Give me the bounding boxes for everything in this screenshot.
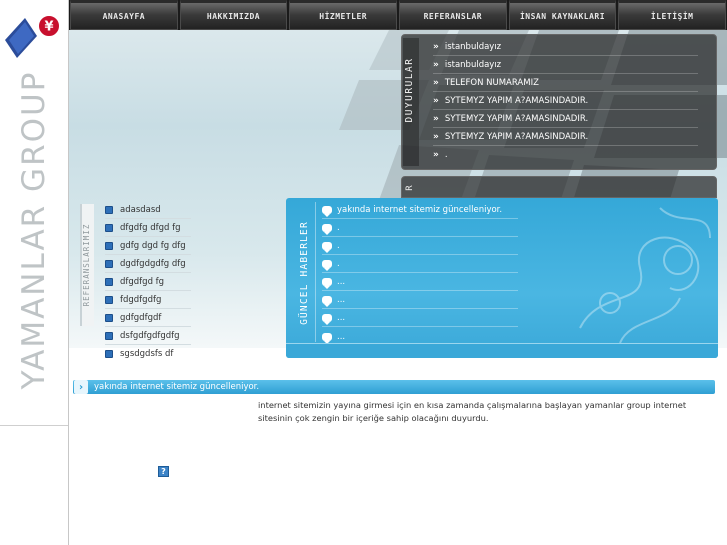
reference-icon [105,313,113,322]
announcement-item[interactable]: » SYTEMYZ YAPIM A?AMASINDADIR. [433,92,698,110]
double-chevron-icon: » [433,41,439,52]
reference-item[interactable]: dsfgdfgdfgdfg [105,327,191,345]
nav-iletisim[interactable]: İLETİŞİM [618,0,727,30]
reference-text: dfgdfgd fg [120,276,165,287]
headline-bar[interactable]: › yakında internet sitemiz güncelleniyor… [73,380,715,394]
speech-bubble-icon [322,260,332,271]
announcement-item[interactable]: » TELEFON NUMARAMIZ [433,74,698,92]
reference-text: adasdasd [120,204,161,215]
news-text: ... [337,295,346,305]
reference-icon [105,295,113,304]
nav-hizmetler[interactable]: HİZMETLER [289,0,398,30]
news-text: . [337,259,340,269]
reference-icon [105,241,113,250]
news-text: ... [337,277,346,287]
double-chevron-icon: » [433,150,439,160]
headline-text: yakında internet sitemiz güncelleniyor. [94,382,260,392]
reference-text: dsfgdfgdfgdfg [120,330,180,341]
speech-bubble-icon [322,296,332,307]
announcement-item[interactable]: » SYTEMYZ YAPIM A?AMASINDADIR. [433,110,698,128]
reference-icon [105,205,113,214]
reference-icon [105,277,113,286]
article-body: internet sitemizin yayına girmesi için e… [258,400,687,423]
chevron-right-icon: › [74,380,88,394]
brand-strip: ¥ YAMANLAR GROUP [0,0,69,545]
news-item[interactable]: . [322,256,518,273]
secondary-panel [401,176,717,198]
reference-item[interactable]: gdfg dgd fg dfg [105,237,191,255]
reference-item[interactable]: sgsdgdsfs df [105,345,191,363]
news-item[interactable]: ... [322,310,518,327]
news-item[interactable]: . [322,220,518,237]
reference-icon [105,223,113,232]
double-chevron-icon: » [433,113,439,124]
speech-bubble-icon [322,314,332,325]
announcement-item[interactable]: » istanbuldayız [433,38,698,56]
announcement-text: istanbuldayız [444,41,502,52]
news-text: yakında internet sitemiz güncelleniyor. [337,205,503,215]
brand-divider [0,425,69,426]
news-item[interactable]: ... [322,292,518,309]
news-text: . [337,241,340,251]
reference-item[interactable]: fdgdfgdfg [105,291,191,309]
announcement-item[interactable]: » SYTEMYZ YAPIM A?AMASINDADIR. [433,128,698,146]
reference-icon [105,331,113,340]
speech-bubble-icon [322,242,332,253]
announcement-item[interactable]: » istanbuldayız [433,56,698,74]
announcement-text: SYTEMYZ YAPIM A?AMASINDADIR. [444,131,589,142]
double-chevron-icon: » [433,95,439,106]
nav-referanslar[interactable]: REFERANSLAR [399,0,507,30]
swirl-ornament [579,207,711,343]
double-chevron-icon: » [433,59,439,70]
top-navigation: ANASAYFA HAKKIMIZDA HİZMETLER REFERANSLA… [69,0,727,30]
news-text: ... [337,313,346,323]
news-text: . [337,223,340,233]
news-title: GÜNCEL HABERLER [299,221,310,325]
speech-bubble-icon [322,332,332,344]
reference-item[interactable]: gdfgdfgdf [105,309,191,327]
nav-anasayfa[interactable]: ANASAYFA [70,0,178,30]
news-text: ... [337,331,346,342]
announcements-title: DUYURULAR [404,57,415,123]
announcement-text: SYTEMYZ YAPIM A?AMASINDADIR. [444,95,589,106]
reference-text: dgdfgdgdfg dfg [120,258,186,269]
reference-item[interactable]: dfgdfg dfgd fg [105,219,191,237]
reference-text: dfgdfg dfgd fg [120,222,181,233]
announcement-item[interactable]: ». [433,146,698,164]
reference-text: gdfgdfgdf [120,312,162,323]
reference-icon [105,259,113,268]
reference-item[interactable]: dfgdfgd fg [105,273,191,291]
secondary-panel-title: R [405,185,415,191]
announcement-text: SYTEMYZ YAPIM A?AMASINDADIR. [444,113,589,124]
speech-bubble-icon [322,224,332,235]
help-icon[interactable]: ? [158,466,169,477]
news-item[interactable]: yakında internet sitemiz güncelleniyor. [322,202,518,219]
speech-bubble-icon [322,278,332,289]
reference-icon [105,350,113,358]
nav-insan-kaynaklari[interactable]: İNSAN KAYNAKLARI [508,0,617,30]
reference-item[interactable]: dgdfgdgdfg dfg [105,255,191,273]
reference-text: gdfg dgd fg dfg [120,240,186,251]
nav-hakkimizda[interactable]: HAKKIMIZDA [179,0,288,30]
reference-text: sgsdgdsfs df [120,349,174,359]
announcement-text: . [444,150,448,160]
svg-text:¥: ¥ [44,20,53,35]
news-footer [286,343,718,358]
brand-name: YAMANLAR GROUP [16,70,52,390]
references-title: REFERANSLARIMIZ [82,223,91,307]
double-chevron-icon: » [433,77,439,88]
reference-text: fdgdfgdfg [120,294,162,305]
news-item[interactable]: . [322,238,518,255]
speech-bubble-icon [322,206,332,217]
reference-item[interactable]: adasdasd [105,201,191,219]
news-item[interactable]: ... [322,274,518,291]
announcement-text: TELEFON NUMARAMIZ [444,77,539,88]
double-chevron-icon: » [433,131,439,142]
announcement-text: istanbuldayız [444,59,502,70]
